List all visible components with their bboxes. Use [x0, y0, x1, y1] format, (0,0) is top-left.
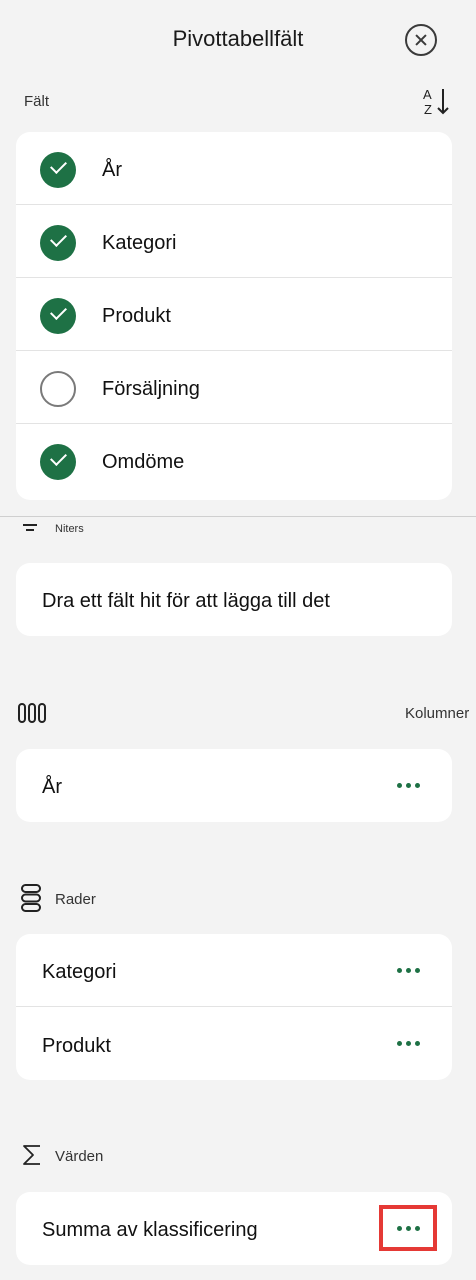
field-label: Kategori — [102, 232, 177, 254]
svg-text:A: A — [423, 87, 432, 102]
field-label: År — [102, 159, 122, 181]
row-field-item[interactable]: Produkt — [16, 1007, 452, 1080]
checkbox-unchecked-icon[interactable] — [40, 371, 76, 407]
fields-section-label: Fält — [24, 93, 50, 110]
checkbox-checked-icon[interactable] — [40, 225, 76, 261]
checkbox-checked-icon[interactable] — [40, 298, 76, 334]
section-divider — [0, 516, 476, 517]
drop-zone-placeholder: Dra ett fält hit för att lägga till det — [42, 590, 330, 612]
sort-az-icon[interactable]: A Z — [421, 86, 453, 117]
field-item-omdome[interactable]: Omdöme — [16, 424, 452, 497]
field-item-forsaljning[interactable]: Försäljning — [16, 351, 452, 424]
more-options-button-highlighted[interactable] — [379, 1205, 437, 1251]
values-drop-zone: Summa av klassificering — [16, 1192, 452, 1265]
filters-section-label: Niters — [55, 523, 84, 535]
more-options-button[interactable] — [390, 1033, 426, 1053]
columns-section-label: Kolumner — [405, 705, 470, 722]
rows-section-label: Rader — [55, 891, 96, 908]
field-item-kategori[interactable]: Kategori — [16, 205, 452, 278]
filter-icon — [22, 522, 38, 541]
close-button[interactable] — [405, 24, 437, 56]
values-section-label: Värden — [55, 1148, 104, 1165]
field-label: Omdöme — [102, 451, 185, 473]
rows-drop-zone: Kategori Produkt — [16, 934, 452, 1080]
filters-drop-zone[interactable]: Dra ett fält hit för att lägga till det — [16, 563, 452, 636]
rows-icon — [20, 884, 42, 917]
checkbox-checked-icon[interactable] — [40, 152, 76, 188]
row-field-item[interactable]: Kategori — [16, 934, 452, 1007]
svg-text:Z: Z — [424, 102, 432, 116]
more-options-button[interactable] — [390, 775, 426, 795]
columns-drop-zone: År — [16, 749, 452, 822]
columns-icon — [18, 702, 46, 729]
field-label: Försäljning — [102, 378, 200, 400]
sigma-icon — [22, 1144, 42, 1171]
row-field-label: Produkt — [42, 1035, 111, 1057]
field-label: Produkt — [102, 305, 171, 327]
column-field-label[interactable]: År — [42, 776, 62, 799]
more-options-button[interactable] — [390, 960, 426, 980]
field-item-ar[interactable]: År — [16, 132, 452, 205]
row-field-label: Kategori — [42, 961, 117, 983]
value-field-label[interactable]: Summa av klassificering — [42, 1219, 258, 1242]
checkbox-checked-icon[interactable] — [40, 444, 76, 480]
field-item-produkt[interactable]: Produkt — [16, 278, 452, 351]
field-list: År Kategori Produkt Försäljning Omdöme — [16, 132, 452, 500]
pane-header: Pivottabellfält — [0, 0, 476, 80]
